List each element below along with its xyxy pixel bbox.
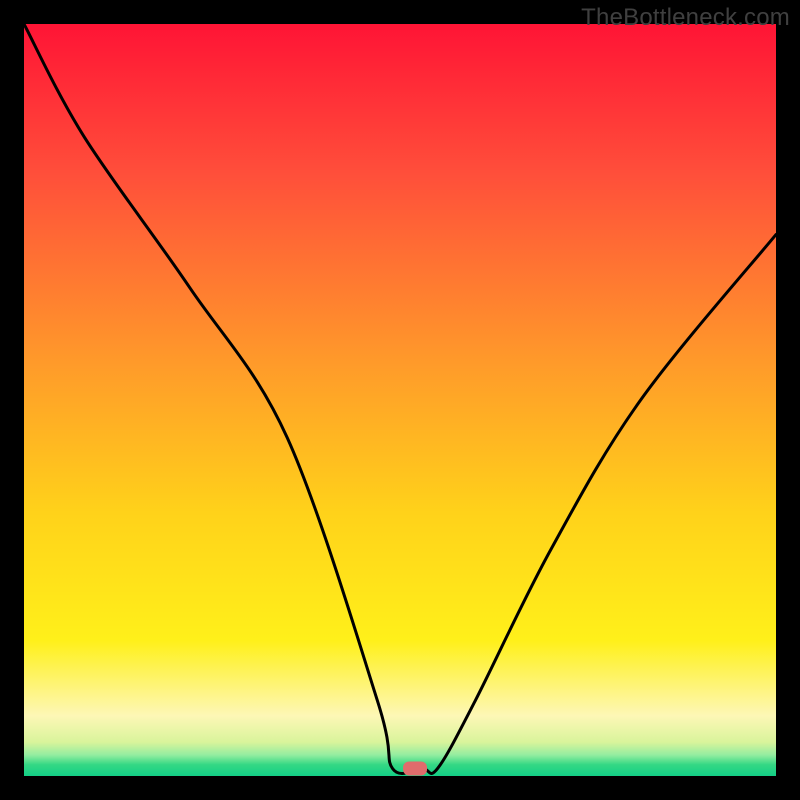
- chart-plot-area: [24, 24, 776, 776]
- chart-frame: TheBottleneck.com: [0, 0, 800, 800]
- chart-svg: [24, 24, 776, 776]
- watermark-text: TheBottleneck.com: [581, 4, 790, 32]
- chart-background-gradient: [24, 24, 776, 776]
- minimum-marker: [403, 761, 427, 775]
